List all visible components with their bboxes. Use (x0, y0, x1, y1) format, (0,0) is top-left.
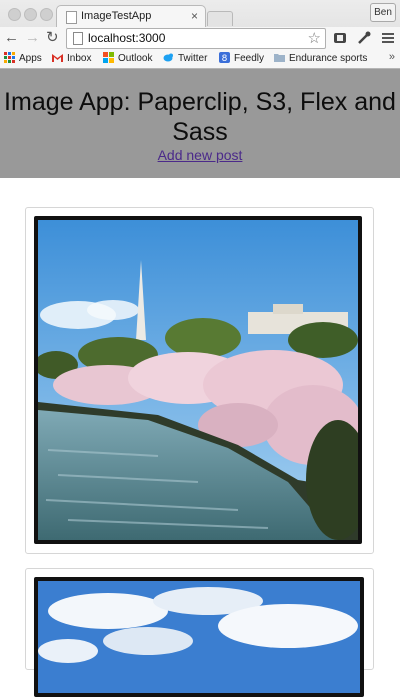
page-icon (73, 32, 83, 45)
new-tab-button[interactable] (207, 11, 233, 26)
eyedropper-icon[interactable] (357, 31, 371, 45)
bookmarks-bar: Apps Inbox Outlook Twitter 8 Feedly Endu… (0, 50, 400, 68)
bookmark-inbox[interactable]: Inbox (52, 52, 91, 64)
close-window-button[interactable] (8, 8, 21, 21)
browser-toolbar: ← → ↻ localhost:3000 ☆ (0, 27, 400, 50)
bookmark-outlook[interactable]: Outlook (103, 52, 152, 64)
post-card (25, 207, 374, 554)
twitter-bird-icon (163, 53, 173, 62)
gmail-icon (52, 54, 63, 62)
forward-icon[interactable]: → (25, 30, 40, 46)
post-image[interactable] (34, 577, 364, 697)
url-text[interactable]: localhost:3000 (88, 31, 165, 45)
apps-grid-icon (4, 52, 15, 63)
profile-button[interactable]: Ben (370, 3, 396, 22)
tab-title: ImageTestApp (81, 10, 152, 22)
cherry-blossom-photo (38, 220, 358, 540)
bookmark-star-icon[interactable]: ☆ (308, 29, 321, 47)
back-icon[interactable]: ← (4, 30, 19, 46)
bookmark-feedly[interactable]: 8 Feedly (219, 52, 264, 64)
post-card (25, 568, 374, 697)
minimize-window-button[interactable] (24, 8, 37, 21)
bookmarks-overflow-button[interactable]: » (389, 51, 395, 63)
google-plus-icon: 8 (219, 52, 230, 63)
site-header: Image App: Paperclip, S3, Flex and Sass … (0, 69, 400, 178)
microsoft-icon (103, 52, 114, 63)
svg-text:8: 8 (222, 54, 228, 63)
tab-imagetestapp[interactable]: ImageTestApp × (56, 5, 206, 28)
bookmark-twitter[interactable]: Twitter (163, 52, 207, 64)
menu-icon[interactable] (381, 31, 395, 45)
tab-close-icon[interactable]: × (191, 9, 198, 23)
folder-icon (274, 54, 285, 62)
address-bar[interactable]: localhost:3000 ☆ (66, 28, 326, 49)
bookmark-apps[interactable]: Apps (4, 52, 42, 64)
reload-icon[interactable]: ↻ (46, 30, 59, 46)
page-title: Image App: Paperclip, S3, Flex and Sass (4, 88, 396, 146)
extension-icon[interactable] (333, 31, 347, 45)
bookmark-label: Endurance sports (289, 53, 368, 64)
page-icon (66, 11, 77, 24)
bookmark-label: Feedly (234, 53, 265, 64)
bookmark-label: Inbox (67, 53, 92, 64)
bookmark-label: Outlook (118, 53, 153, 64)
sky-clouds-photo (38, 581, 360, 693)
add-new-post-link[interactable]: Add new post (158, 147, 243, 163)
zoom-window-button[interactable] (40, 8, 53, 21)
post-image[interactable] (34, 216, 362, 544)
title-bar: ImageTestApp × Ben (0, 0, 400, 28)
browser-chrome: ImageTestApp × Ben ← → ↻ localhost:3000 … (0, 0, 400, 69)
bookmark-endurance-sports[interactable]: Endurance sports (274, 52, 367, 64)
bookmark-label: Twitter (178, 53, 208, 64)
bookmark-label: Apps (19, 53, 42, 64)
